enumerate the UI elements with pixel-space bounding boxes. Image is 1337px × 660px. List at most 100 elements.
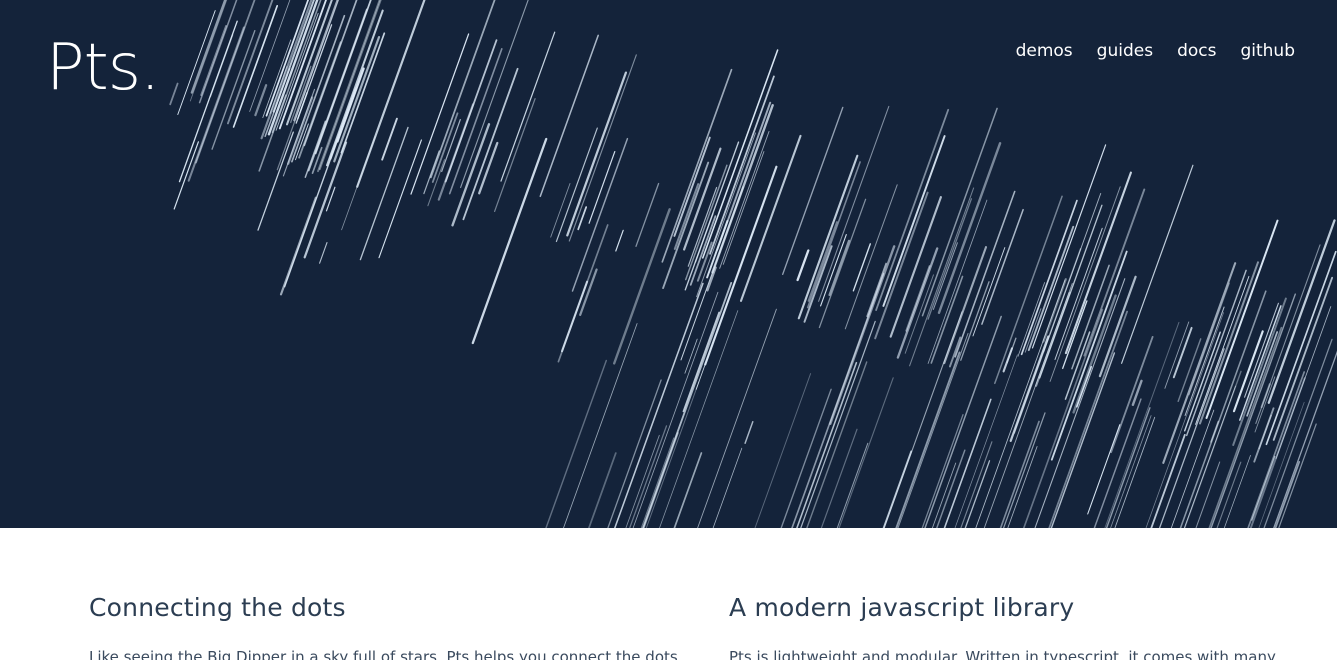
- top-nav: demos guides docs github: [1016, 41, 1295, 61]
- hero-streak-line: [800, 320, 876, 528]
- nav-demos-link[interactable]: demos: [1016, 41, 1073, 61]
- hero-streak-line: [1110, 335, 1154, 454]
- hero-streak-line: [1255, 244, 1321, 424]
- hero-streak-line: [1050, 352, 1116, 528]
- hero-streak-line: [983, 282, 1073, 528]
- hero-streak-line: [719, 131, 770, 269]
- hero-streak-line: [661, 68, 733, 263]
- hero-streak-line: [883, 311, 963, 528]
- hero-streak-line: [1104, 321, 1180, 528]
- nav-guides-link[interactable]: guides: [1097, 41, 1153, 61]
- hero-streak-line: [1050, 250, 1128, 461]
- hero-streak-line: [1062, 300, 1088, 370]
- hero-streak-line: [462, 67, 519, 221]
- hero-streak-line: [568, 54, 637, 242]
- hero-streak-line: [803, 245, 833, 323]
- hero-streak-line: [1258, 414, 1272, 450]
- hero-streak-line: [716, 101, 772, 251]
- hero-streak-line: [1251, 455, 1276, 521]
- hero-streak-line: [964, 460, 991, 528]
- hero-streak-line: [673, 452, 703, 528]
- feature-title: A modern javascript library: [729, 593, 1075, 622]
- hero-streak-line: [577, 206, 588, 231]
- hero-streak-line: [1239, 305, 1282, 421]
- hero-streak-line: [279, 196, 317, 296]
- hero-streak-line: [744, 420, 754, 444]
- hero-streak-line: [806, 361, 868, 528]
- feature-description: Pts is lightweight and modular. Written …: [729, 648, 1276, 660]
- hero-streak-line: [258, 0, 322, 172]
- hero-streak-line: [960, 441, 993, 528]
- logo-link[interactable]: Pts.: [46, 36, 160, 100]
- hero-streak-line: [560, 280, 589, 353]
- hero-streak-line: [943, 246, 988, 365]
- hero-streak-line: [173, 141, 199, 210]
- hero-streak-line: [828, 239, 851, 297]
- hero-streak-line: [1105, 407, 1151, 528]
- hero-streak-line: [1114, 416, 1156, 528]
- nav-github-link[interactable]: github: [1240, 41, 1295, 61]
- hero-streak-line: [614, 282, 704, 528]
- hero-streak-line: [1210, 293, 1296, 528]
- hero-streak-line: [836, 442, 869, 528]
- hero-streak-line: [782, 106, 844, 275]
- hero-streak-line: [659, 310, 739, 528]
- hero-streak-line: [696, 132, 756, 298]
- hero-streak-line: [319, 242, 328, 264]
- hero-banner: Pts. demos guides docs github: [0, 0, 1337, 528]
- hero-streak-line: [994, 195, 1063, 385]
- hero-streak-line: [1002, 412, 1046, 528]
- hero-streak-line: [356, 0, 426, 188]
- hero-streak-line: [780, 388, 832, 528]
- hero-streak-line: [960, 281, 990, 361]
- features-section: Connecting the dots Like seeing the Big …: [0, 528, 1337, 660]
- hero-streak-line: [460, 0, 529, 189]
- hero-streak-line: [1272, 276, 1334, 441]
- hero-streak-line: [254, 84, 268, 117]
- hero-streak-line: [410, 33, 470, 195]
- hero-streak-line: [791, 314, 870, 528]
- hero-streak-line: [1265, 250, 1337, 446]
- hero-streak-line: [1273, 350, 1337, 528]
- feature-title: Connecting the dots: [89, 593, 346, 622]
- hero-streak-line: [754, 373, 812, 528]
- hero-streak-line: [895, 351, 961, 528]
- hero-streak-line: [1249, 377, 1306, 528]
- hero-streak-line: [645, 380, 700, 528]
- hero-streak-line: [1170, 409, 1215, 528]
- hero-streak-line: [571, 137, 629, 292]
- nav-docs-link[interactable]: docs: [1177, 41, 1216, 61]
- hero-streak-line: [1223, 455, 1251, 528]
- hero-streak-line: [1035, 291, 1071, 387]
- hero-streak-line: [702, 49, 779, 259]
- hero-streak-line: [1002, 347, 1014, 373]
- feature-modern-library: A modern javascript library Pts is light…: [729, 592, 1289, 660]
- hero-streak-line: [257, 131, 294, 231]
- hero-line-art: [169, 0, 1337, 528]
- hero-streak-line: [954, 354, 1018, 528]
- hero-streak-line: [195, 0, 256, 164]
- hero-streak-line: [359, 126, 409, 261]
- hero-streak-line: [1188, 282, 1230, 396]
- hero-streak-line: [444, 39, 498, 183]
- hero-streak-line: [448, 48, 503, 195]
- hero-streak-line: [1007, 446, 1038, 528]
- hero-streak-line: [169, 82, 179, 106]
- hero-streak-line: [378, 139, 422, 259]
- hero-streak-line: [1263, 338, 1333, 528]
- hero-streak-line: [1164, 321, 1190, 389]
- hero-streak-line: [712, 447, 743, 528]
- hero-streak-line: [1120, 164, 1194, 364]
- hero-streak-line: [1043, 193, 1102, 353]
- hero-streak-line: [451, 123, 491, 227]
- hero-streak-line: [635, 182, 660, 247]
- hero-streak-line: [1278, 423, 1317, 528]
- hero-streak-line: [632, 291, 719, 528]
- feature-connecting-dots: Connecting the dots Like seeing the Big …: [89, 592, 678, 660]
- hero-streak-line: [381, 117, 398, 161]
- hero-streak-line: [999, 420, 1040, 528]
- hero-streak-line: [931, 462, 957, 528]
- hero-streak-line: [232, 4, 279, 128]
- hero-streak-line: [936, 449, 966, 528]
- feature-description: Like seeing the Big Dipper in a sky full…: [89, 648, 678, 660]
